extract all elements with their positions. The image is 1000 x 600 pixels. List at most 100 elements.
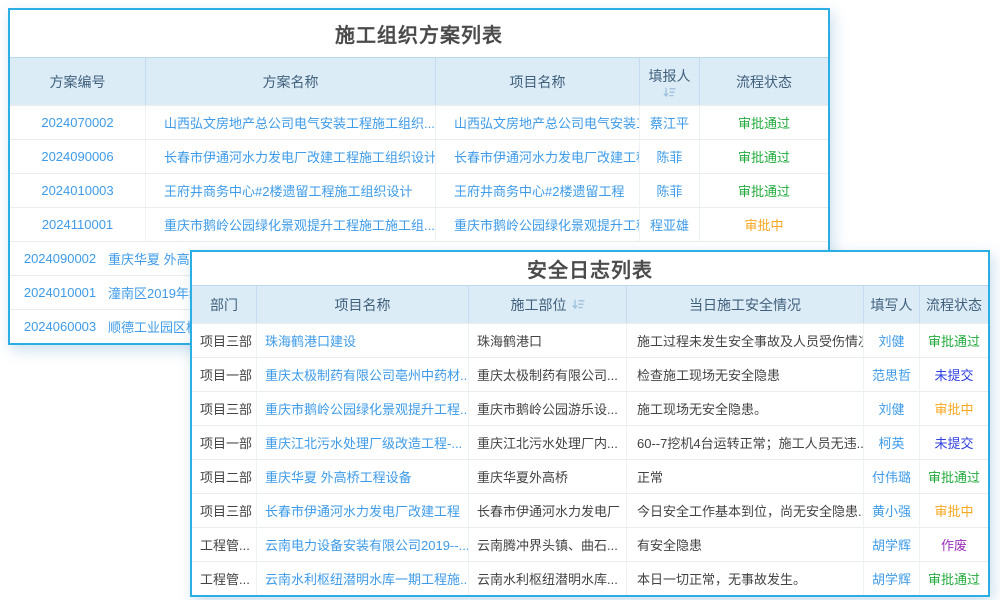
header-location-label: 施工部位 bbox=[511, 295, 567, 315]
department-cell: 工程管... bbox=[192, 562, 257, 595]
plan-code-cell: 2024110001 bbox=[10, 208, 146, 241]
status-badge: 审批中 bbox=[700, 208, 828, 241]
project-name-link[interactable]: 重庆市鹅岭公园绿化景观提升工程... bbox=[257, 392, 469, 425]
project-name-link[interactable]: 山西弘文房地产总公司电气安装工程 bbox=[436, 106, 640, 139]
status-badge: 审批中 bbox=[920, 392, 988, 425]
project-name-link[interactable]: 云南水利枢纽潜明水库一期工程施... bbox=[257, 562, 469, 595]
project-name-link[interactable]: 重庆市鹅岭公园绿化景观提升工程施工 bbox=[436, 208, 640, 241]
reporter-name: 蔡江平 bbox=[640, 106, 700, 139]
header-writer-label: 填写人 bbox=[871, 295, 913, 315]
table-row[interactable]: 2024010003王府井商务中心#2楼遗留工程施工组织设计王府井商务中心#2楼… bbox=[10, 173, 828, 207]
table-row[interactable]: 项目一部重庆江北污水处理厂级改造工程-...重庆江北污水处理厂内...60--7… bbox=[192, 425, 988, 459]
plan-name-link[interactable]: 重庆华夏 外高桥 bbox=[108, 242, 203, 275]
safety-desc-cell: 今日安全工作基本到位，尚无安全隐患... bbox=[627, 494, 864, 527]
department-cell: 项目一部 bbox=[192, 358, 257, 391]
plan-code-cell: 2024010001 bbox=[20, 276, 100, 309]
project-name-link[interactable]: 重庆江北污水处理厂级改造工程-... bbox=[257, 426, 469, 459]
location-cell: 云南腾冲界头镇、曲石... bbox=[469, 528, 627, 561]
table-row[interactable]: 2024110001重庆市鹅岭公园绿化景观提升工程施工施工组...重庆市鹅岭公园… bbox=[10, 207, 828, 241]
location-cell: 珠海鹤港口 bbox=[469, 324, 627, 357]
project-name-link[interactable]: 重庆华夏 外高桥工程设备 bbox=[257, 460, 469, 493]
plan-code-cell: 2024060003 bbox=[20, 310, 100, 343]
table-row[interactable]: 2024070002山西弘文房地产总公司电气安装工程施工组织...山西弘文房地产… bbox=[10, 105, 828, 139]
location-cell: 重庆太极制药有限公司... bbox=[469, 358, 627, 391]
table-row[interactable]: 项目三部重庆市鹅岭公园绿化景观提升工程...重庆市鹅岭公园游乐设...施工现场无… bbox=[192, 391, 988, 425]
status-badge: 审批通过 bbox=[700, 106, 828, 139]
project-name-link[interactable]: 长春市伊通河水力发电厂改建工程 bbox=[257, 494, 469, 527]
table-row[interactable]: 2024090006长春市伊通河水力发电厂改建工程施工组织设计长春市伊通河水力发… bbox=[10, 139, 828, 173]
header-project-name: 项目名称 bbox=[436, 58, 640, 105]
department-cell: 项目一部 bbox=[192, 426, 257, 459]
header-writer: 填写人 bbox=[864, 286, 920, 323]
header-plan-code-label: 方案编号 bbox=[50, 72, 106, 92]
plan-name-link[interactable]: 潼南区2019年绿 bbox=[108, 276, 202, 309]
header-daily-safety-label: 当日施工安全情况 bbox=[689, 295, 801, 315]
safety-desc-cell: 施工过程未发生安全事故及人员受伤情况 bbox=[627, 324, 864, 357]
project-name-link[interactable]: 珠海鹤港口建设 bbox=[257, 324, 469, 357]
plan-code-cell: 2024090006 bbox=[10, 140, 146, 173]
sort-icon[interactable] bbox=[663, 87, 676, 98]
header-plan-name-label: 方案名称 bbox=[263, 72, 319, 92]
safety-desc-cell: 正常 bbox=[627, 460, 864, 493]
header-department: 部门 bbox=[192, 286, 257, 323]
department-cell: 项目二部 bbox=[192, 460, 257, 493]
header-status: 流程状态 bbox=[920, 286, 988, 323]
writer-name: 范思哲 bbox=[864, 358, 920, 391]
header-project-name: 项目名称 bbox=[257, 286, 469, 323]
safety-desc-cell: 60--7挖机4台运转正常；施工人员无违... bbox=[627, 426, 864, 459]
project-name-link[interactable]: 长春市伊通河水力发电厂改建工程 bbox=[436, 140, 640, 173]
project-name-link[interactable]: 云南电力设备安装有限公司2019--... bbox=[257, 528, 469, 561]
header-status: 流程状态 bbox=[700, 58, 828, 105]
safety-desc-cell: 施工现场无安全隐患。 bbox=[627, 392, 864, 425]
header-plan-code: 方案编号 bbox=[10, 58, 146, 105]
plan-code-cell: 2024090002 bbox=[20, 242, 100, 275]
table-row[interactable]: 项目一部重庆太极制药有限公司亳州中药材...重庆太极制药有限公司...检查施工现… bbox=[192, 357, 988, 391]
writer-name: 刘健 bbox=[864, 324, 920, 357]
plan-name-link[interactable]: 王府井商务中心#2楼遗留工程施工组织设计 bbox=[146, 174, 436, 207]
department-cell: 项目三部 bbox=[192, 392, 257, 425]
plan-code-cell: 2024010003 bbox=[10, 174, 146, 207]
writer-name: 胡学辉 bbox=[864, 528, 920, 561]
table-row[interactable]: 项目三部长春市伊通河水力发电厂改建工程长春市伊通河水力发电厂今日安全工作基本到位… bbox=[192, 493, 988, 527]
writer-name: 刘健 bbox=[864, 392, 920, 425]
header-location[interactable]: 施工部位 bbox=[469, 286, 627, 323]
safety-log-body: 项目三部珠海鹤港口建设珠海鹤港口施工过程未发生安全事故及人员受伤情况刘健审批通过… bbox=[192, 323, 988, 595]
table-row[interactable]: 项目三部珠海鹤港口建设珠海鹤港口施工过程未发生安全事故及人员受伤情况刘健审批通过 bbox=[192, 323, 988, 357]
safety-log-header-row: 部门 项目名称 施工部位 当日施工安全情况 填写人流程状态 bbox=[192, 285, 988, 323]
safety-desc-cell: 检查施工现场无安全隐患 bbox=[627, 358, 864, 391]
department-cell: 项目三部 bbox=[192, 494, 257, 527]
writer-name: 付伟璐 bbox=[864, 460, 920, 493]
status-badge: 未提交 bbox=[920, 358, 988, 391]
table-row[interactable]: 工程管...云南电力设备安装有限公司2019--...云南腾冲界头镇、曲石...… bbox=[192, 527, 988, 561]
status-badge: 审批通过 bbox=[920, 562, 988, 595]
plan-name-link[interactable]: 重庆市鹅岭公园绿化景观提升工程施工施工组... bbox=[146, 208, 436, 241]
reporter-name: 陈菲 bbox=[640, 140, 700, 173]
writer-name: 柯英 bbox=[864, 426, 920, 459]
department-cell: 工程管... bbox=[192, 528, 257, 561]
table-row[interactable]: 项目二部重庆华夏 外高桥工程设备重庆华夏外高桥正常付伟璐审批通过 bbox=[192, 459, 988, 493]
writer-name: 黄小强 bbox=[864, 494, 920, 527]
header-department-label: 部门 bbox=[210, 295, 238, 315]
table-row[interactable]: 工程管...云南水利枢纽潜明水库一期工程施...云南水利枢纽潜明水库...本日一… bbox=[192, 561, 988, 595]
header-status-label: 流程状态 bbox=[926, 295, 982, 315]
plan-name-link[interactable]: 顺德工业园区档 bbox=[108, 310, 199, 343]
status-badge: 未提交 bbox=[920, 426, 988, 459]
location-cell: 长春市伊通河水力发电厂 bbox=[469, 494, 627, 527]
plan-list-header-row: 方案编号 方案名称 项目名称 填报人流程状态 bbox=[10, 57, 828, 105]
location-cell: 重庆市鹅岭公园游乐设... bbox=[469, 392, 627, 425]
status-badge: 审批通过 bbox=[920, 324, 988, 357]
plan-name-link[interactable]: 山西弘文房地产总公司电气安装工程施工组织... bbox=[146, 106, 436, 139]
project-name-link[interactable]: 重庆太极制药有限公司亳州中药材... bbox=[257, 358, 469, 391]
header-project-name-label: 项目名称 bbox=[510, 72, 566, 92]
location-cell: 重庆江北污水处理厂内... bbox=[469, 426, 627, 459]
safety-desc-cell: 本日一切正常，无事故发生。 bbox=[627, 562, 864, 595]
header-reporter[interactable]: 填报人 bbox=[640, 58, 700, 105]
header-daily-safety: 当日施工安全情况 bbox=[627, 286, 864, 323]
sort-icon[interactable] bbox=[572, 299, 585, 310]
reporter-name: 陈菲 bbox=[640, 174, 700, 207]
project-name-link[interactable]: 王府井商务中心#2楼遗留工程 bbox=[436, 174, 640, 207]
plan-name-link[interactable]: 长春市伊通河水力发电厂改建工程施工组织设计 bbox=[146, 140, 436, 173]
header-project-name-label: 项目名称 bbox=[335, 295, 391, 315]
department-cell: 项目三部 bbox=[192, 324, 257, 357]
header-plan-name: 方案名称 bbox=[146, 58, 436, 105]
